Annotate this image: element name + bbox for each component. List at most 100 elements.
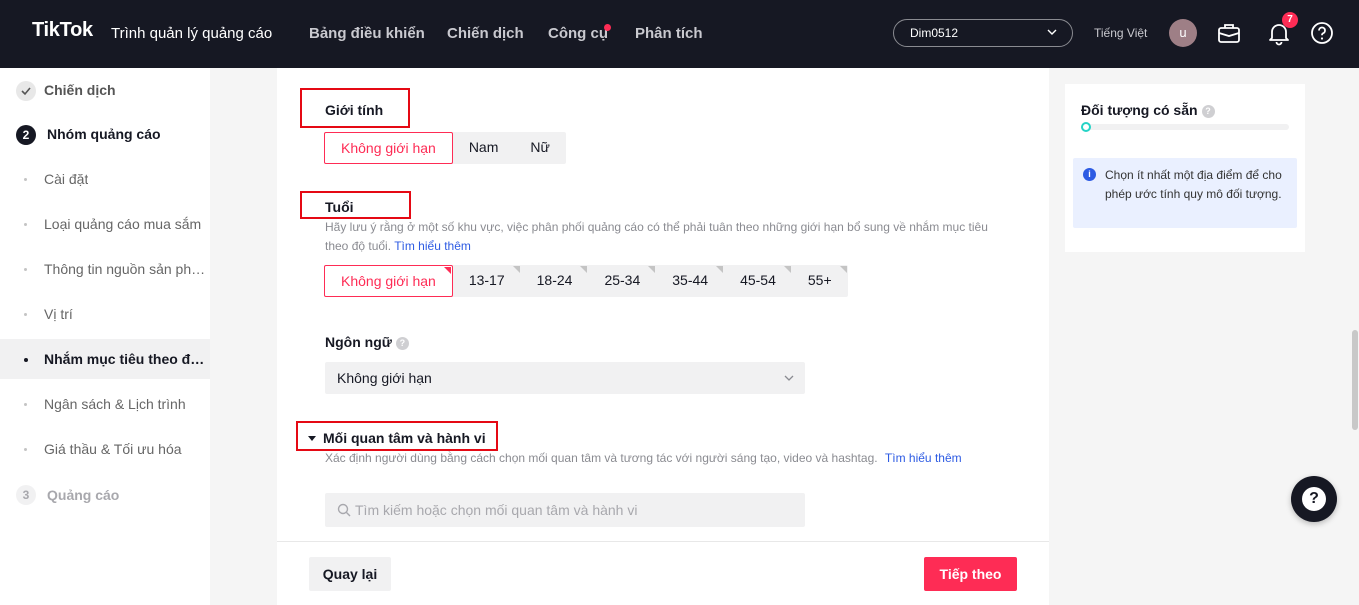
audience-title-text: Đối tượng có sẵn [1081,102,1198,118]
caret-down-icon [308,436,316,441]
gender-option-male[interactable]: Nam [453,132,515,164]
check-icon [16,81,36,101]
bullet [24,358,28,362]
sidebar-item-product-source[interactable]: Thông tin nguồn sản phẩm [0,249,210,289]
age-option-label: 45-54 [740,272,776,288]
sidebar-item-targeting[interactable]: Nhắm mục tiêu theo đối tượng [0,339,210,379]
audience-meter-knob [1081,122,1091,132]
audience-info-text: Chọn ít nhất một địa điểm để cho phép ướ… [1105,168,1282,201]
language-select[interactable]: Không giới hạn [325,362,805,394]
age-option-55-plus[interactable]: 55+ [792,265,848,297]
bullet [24,313,27,316]
interests-header[interactable]: Mối quan tâm và hành vi [307,430,486,446]
language-title-text: Ngôn ngữ [325,334,392,350]
sidebar-item-placement[interactable]: Vị trí [0,294,210,334]
notification-badge: 7 [1282,12,1298,28]
tiktok-logo[interactable]: TikTok [32,19,93,42]
age-selector: Không giới hạn 13-17 18-24 25-34 35-44 4… [324,265,848,297]
gender-option-unlimited[interactable]: Không giới hạn [324,132,453,164]
question-icon[interactable]: ? [395,337,409,350]
bullet [24,403,27,406]
nav-analytics[interactable]: Phân tích [635,25,703,42]
chevron-down-icon [784,375,794,381]
age-option-label: 25-34 [604,272,641,288]
targeting-form: Giới tính Không giới hạn Nam Nữ Tuổi Hãy… [277,68,1049,605]
age-option-35-44[interactable]: 35-44 [656,265,724,297]
sidebar-step-campaign[interactable]: Chiến dịch [0,70,210,110]
age-title: Tuổi [325,199,354,215]
question-icon[interactable]: ? [1201,105,1215,118]
age-option-13-17[interactable]: 13-17 [453,265,521,297]
age-option-label: 35-44 [672,272,709,288]
sidebar-item-label: Giá thầu & Tối ưu hóa [44,441,182,457]
step-sidebar: Chiến dịch 2 Nhóm quảng cáo Cài đặt Loại… [0,68,210,605]
account-name: Dim0512 [910,26,959,40]
audience-info-box: i Chọn ít nhất một địa điểm để cho phép … [1073,158,1297,228]
corner-mark [839,266,847,273]
top-bar: TikTok Trình quản lý quảng cáo Bảng điều… [0,0,1359,68]
question-icon: ? [1302,487,1326,511]
chevron-down-icon [1047,29,1057,35]
search-placeholder: Tìm kiếm hoặc chọn mối quan tâm và hành … [355,502,638,518]
age-learn-more-link[interactable]: Tìm hiểu thêm [394,239,471,253]
corner-mark [580,266,588,273]
product-name: Trình quản lý quảng cáo [111,25,273,42]
sidebar-item-shopping-ad-type[interactable]: Loại quảng cáo mua sắm [0,204,210,244]
sidebar-item-settings[interactable]: Cài đặt [0,159,210,199]
form-footer: Quay lại Tiếp theo [277,541,1049,605]
gender-title: Giới tính [325,102,384,118]
interests-title: Mối quan tâm và hành vi [323,430,486,446]
corner-mark [648,266,656,273]
account-select[interactable]: Dim0512 [893,19,1073,47]
age-option-25-34[interactable]: 25-34 [588,265,656,297]
age-option-label: Không giới hạn [341,273,436,289]
corner-mark [512,266,520,273]
audience-size-panel: Đối tượng có sẵn? i Chọn ít nhất một địa… [1065,84,1305,252]
search-icon [337,503,351,517]
bullet [24,223,27,226]
age-option-label: 13-17 [468,272,505,288]
briefcase-icon[interactable] [1216,20,1242,46]
sidebar-item-label: Loại quảng cáo mua sắm [44,216,202,232]
interests-learn-more-link[interactable]: Tìm hiểu thêm [885,451,962,465]
nav-dashboard[interactable]: Bảng điều khiển [309,25,425,42]
sidebar-step-adgroup[interactable]: 2 Nhóm quảng cáo [0,114,210,154]
age-option-label: 55+ [807,272,832,288]
interests-search-input[interactable]: Tìm kiếm hoặc chọn mối quan tâm và hành … [325,493,805,527]
bullet [24,448,27,451]
sidebar-step-label: Nhóm quảng cáo [47,126,161,142]
corner-mark [443,267,451,274]
scrollbar-thumb[interactable] [1352,330,1358,430]
avatar[interactable]: u [1169,19,1197,47]
next-button[interactable]: Tiếp theo [924,557,1017,591]
age-hint: Hãy lưu ý rằng ở một số khu vực, việc ph… [325,218,995,256]
age-option-label: 18-24 [536,272,573,288]
sidebar-item-label: Ngân sách & Lịch trình [44,396,186,412]
help-icon[interactable] [1309,20,1335,46]
age-option-unlimited[interactable]: Không giới hạn [324,265,453,297]
language-switch[interactable]: Tiếng Việt [1094,26,1147,40]
sidebar-item-budget-schedule[interactable]: Ngân sách & Lịch trình [0,384,210,424]
nav-campaign[interactable]: Chiến dịch [447,25,524,42]
corner-mark [716,266,724,273]
age-option-45-54[interactable]: 45-54 [724,265,792,297]
sidebar-item-label: Vị trí [44,306,73,322]
new-dot-indicator [604,24,611,31]
sidebar-step-ad[interactable]: 3 Quảng cáo [0,475,210,515]
corner-mark [783,266,791,273]
audience-meter [1081,124,1289,130]
gender-option-female[interactable]: Nữ [514,132,565,164]
help-button[interactable]: ? [1291,476,1337,522]
sidebar-item-label: Thông tin nguồn sản phẩm [44,261,206,277]
info-icon: i [1083,168,1096,181]
age-option-18-24[interactable]: 18-24 [521,265,589,297]
language-title: Ngôn ngữ? [325,334,409,350]
sidebar-item-bidding[interactable]: Giá thầu & Tối ưu hóa [0,429,210,469]
step-number: 2 [16,125,36,145]
bullet [24,268,27,271]
nav-tools[interactable]: Công cụ [548,25,608,42]
bullet [24,178,27,181]
back-button[interactable]: Quay lại [309,557,391,591]
sidebar-item-label: Cài đặt [44,171,89,187]
highlight-box-age [300,191,411,219]
